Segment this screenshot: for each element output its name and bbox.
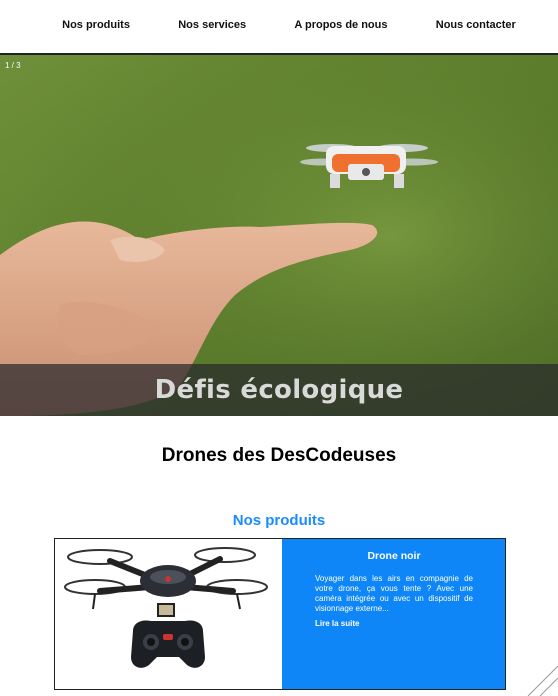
product-card: Drone noir Voyager dans les airs en comp… — [54, 538, 506, 690]
resize-grip-icon[interactable] — [518, 656, 558, 696]
product-image — [55, 539, 282, 689]
slide-counter: 1 / 3 — [5, 61, 21, 70]
product-card-body: Drone noir Voyager dans les airs en comp… — [282, 539, 505, 689]
slide-caption: Défis écologique — [154, 375, 404, 405]
products-section-title: Nos produits — [232, 512, 326, 529]
site-title: Drones des DesCodeuses — [161, 445, 397, 466]
hero-slider[interactable]: 1 / 3 Défis écologique — [0, 55, 558, 416]
slide-caption-band: Défis écologique — [0, 364, 558, 416]
hero-image — [0, 55, 558, 416]
black-drone-image — [64, 547, 268, 668]
read-more-link[interactable]: Lire la suite — [315, 619, 473, 628]
nav-link-about[interactable]: A propos de nous — [294, 19, 387, 31]
nav-link-services[interactable]: Nos services — [178, 19, 246, 31]
product-title: Drone noir — [367, 550, 421, 562]
nav-link-contact[interactable]: Nous contacter — [436, 19, 516, 31]
nav-link-products[interactable]: Nos produits — [62, 19, 130, 31]
main-nav: Nos produits Nos services A propos de no… — [0, 0, 558, 55]
product-description: Voyager dans les airs en compagnie de vo… — [315, 574, 473, 613]
